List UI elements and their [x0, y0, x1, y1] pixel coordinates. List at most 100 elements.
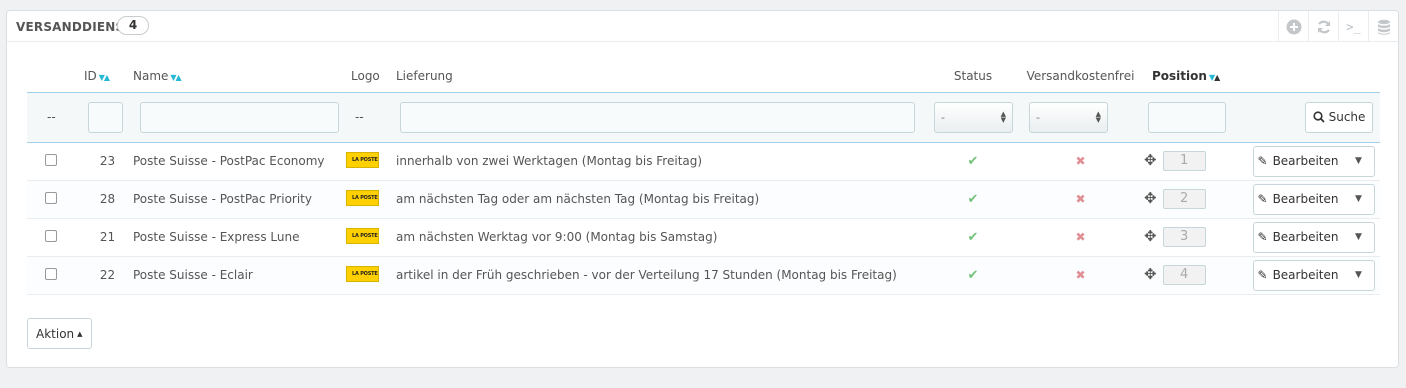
- filter-row: -- -- - ▲ ▼ - ▲ ▼ Suche: [27, 91, 1380, 143]
- free-shipping-disabled-icon[interactable]: ✖: [1075, 192, 1085, 206]
- table-row: 22 Poste Suisse - Eclair LA POSTE artike…: [27, 256, 1380, 295]
- drag-handle-icon[interactable]: ✥: [1144, 189, 1157, 207]
- row-checkbox[interactable]: [45, 229, 57, 242]
- row-id: 23: [82, 142, 133, 181]
- col-id-label: ID: [84, 68, 97, 83]
- col-position[interactable]: Position ▼▲: [1141, 60, 1249, 92]
- refresh-icon[interactable]: [1308, 11, 1338, 42]
- filter-id-input[interactable]: [88, 101, 123, 133]
- carrier-logo: LA POSTE: [346, 151, 379, 168]
- col-logo: Logo: [343, 60, 396, 92]
- pencil-icon: ✎: [1257, 192, 1268, 206]
- row-checkbox[interactable]: [45, 267, 57, 280]
- pencil-icon: ✎: [1257, 154, 1268, 168]
- col-delivery: Lieferung: [396, 60, 926, 92]
- sort-icon[interactable]: ▼▲: [99, 73, 110, 82]
- edit-label: Bearbeiten: [1272, 154, 1339, 168]
- pencil-icon: ✎: [1257, 268, 1268, 282]
- col-logo-label: Logo: [351, 68, 380, 83]
- row-delivery: artikel in der Früh geschrieben - vor de…: [396, 256, 926, 295]
- sort-icon[interactable]: ▼▲: [1209, 73, 1220, 82]
- row-name: Poste Suisse - Express Lune: [133, 218, 343, 257]
- row-id: 22: [82, 256, 133, 295]
- dropdown-caret-icon[interactable]: ▼: [1343, 261, 1374, 290]
- row-id: 21: [82, 218, 133, 257]
- select-arrows-icon: ▲ ▼: [1000, 110, 1006, 124]
- row-checkbox[interactable]: [45, 191, 57, 204]
- search-label: Suche: [1328, 110, 1366, 124]
- drag-handle-icon[interactable]: ✥: [1144, 151, 1157, 169]
- table-row: 28 Poste Suisse - PostPac Priority LA PO…: [27, 180, 1380, 219]
- status-enabled-icon[interactable]: ✔: [968, 154, 979, 169]
- col-position-label: Position: [1152, 68, 1207, 83]
- search-button[interactable]: Suche: [1305, 101, 1373, 133]
- row-id: 28: [82, 180, 133, 219]
- dropdown-caret-icon[interactable]: ▼: [1343, 147, 1374, 176]
- filter-position-input[interactable]: [1148, 101, 1226, 133]
- edit-button[interactable]: ✎ Bearbeiten: [1254, 260, 1343, 290]
- col-id[interactable]: ID ▼▲: [82, 60, 133, 92]
- database-export-icon[interactable]: [1368, 11, 1398, 42]
- carrier-logo-text: LA POSTE: [352, 194, 378, 201]
- search-icon: [1312, 111, 1325, 123]
- status-enabled-icon[interactable]: ✔: [968, 268, 979, 283]
- col-actions: [1249, 60, 1380, 92]
- table-row: 23 Poste Suisse - PostPac Economy LA POS…: [27, 142, 1380, 181]
- filter-name-input[interactable]: [140, 101, 339, 133]
- drag-handle-icon[interactable]: ✥: [1144, 227, 1157, 245]
- edit-button-group: ✎ Bearbeiten ▼: [1253, 183, 1375, 215]
- carrier-logo: LA POSTE: [346, 189, 379, 206]
- select-arrows-icon: ▲ ▼: [1095, 110, 1101, 124]
- position-value: 3: [1162, 227, 1206, 248]
- row-name: Poste Suisse - Eclair: [133, 256, 343, 295]
- row-delivery: innerhalb von zwei Werktagen (Montag bis…: [396, 142, 926, 181]
- status-enabled-icon[interactable]: ✔: [968, 230, 979, 245]
- filter-status-value: -: [941, 110, 945, 124]
- panel-toolbar: >_: [1278, 11, 1398, 42]
- row-name: Poste Suisse - PostPac Economy: [133, 142, 343, 181]
- free-shipping-disabled-icon[interactable]: ✖: [1075, 154, 1085, 168]
- bulk-action-button[interactable]: Aktion ▲: [27, 318, 92, 349]
- drag-handle-icon[interactable]: ✥: [1144, 265, 1157, 283]
- status-enabled-icon[interactable]: ✔: [968, 192, 979, 207]
- col-name[interactable]: Name ▼▲: [133, 60, 343, 92]
- edit-button[interactable]: ✎ Bearbeiten: [1254, 222, 1343, 252]
- pencil-icon: ✎: [1257, 230, 1268, 244]
- row-delivery: am nächsten Werktag vor 9:00 (Montag bis…: [396, 218, 926, 257]
- edit-button[interactable]: ✎ Bearbeiten: [1254, 184, 1343, 214]
- filter-delivery-input[interactable]: [400, 101, 915, 133]
- add-icon[interactable]: [1278, 11, 1308, 42]
- edit-label: Bearbeiten: [1272, 268, 1339, 282]
- sql-console-icon[interactable]: >_: [1338, 11, 1368, 42]
- filter-free-select[interactable]: - ▲ ▼: [1029, 101, 1108, 133]
- col-select: [27, 60, 82, 92]
- col-delivery-label: Lieferung: [396, 68, 453, 83]
- edit-button[interactable]: ✎ Bearbeiten: [1254, 146, 1343, 176]
- count-badge: 4: [117, 16, 149, 35]
- carrier-logo-text: LA POSTE: [352, 270, 378, 277]
- row-checkbox[interactable]: [45, 153, 57, 166]
- edit-button-group: ✎ Bearbeiten ▼: [1253, 221, 1375, 253]
- sort-icon[interactable]: ▼▲: [170, 73, 181, 82]
- carrier-logo-text: LA POSTE: [352, 156, 378, 163]
- row-name: Poste Suisse - PostPac Priority: [133, 180, 343, 219]
- free-shipping-disabled-icon[interactable]: ✖: [1075, 268, 1085, 282]
- edit-label: Bearbeiten: [1272, 192, 1339, 206]
- position-value: 2: [1162, 189, 1206, 210]
- filter-checkbox-placeholder: --: [27, 91, 82, 143]
- free-shipping-disabled-icon[interactable]: ✖: [1075, 230, 1085, 244]
- edit-label: Bearbeiten: [1272, 230, 1339, 244]
- filter-status-select[interactable]: - ▲ ▼: [934, 101, 1013, 133]
- dropdown-caret-icon[interactable]: ▼: [1343, 223, 1374, 252]
- carrier-logo-text: LA POSTE: [352, 232, 378, 239]
- col-status: Status: [926, 60, 1020, 92]
- dropdown-caret-icon[interactable]: ▼: [1343, 185, 1374, 214]
- col-free-label: Versandkostenfrei: [1026, 68, 1135, 83]
- row-delivery: am nächsten Tag oder am nächsten Tag (Mo…: [396, 180, 926, 219]
- filter-free-value: -: [1036, 110, 1040, 124]
- col-status-label: Status: [953, 68, 993, 83]
- position-value: 1: [1162, 151, 1206, 172]
- header-row: ID ▼▲ Name ▼▲ Logo Lieferung Status Versan…: [27, 60, 1380, 92]
- table-row: 21 Poste Suisse - Express Lune LA POSTE …: [27, 218, 1380, 257]
- caret-up-icon: ▲: [77, 329, 83, 338]
